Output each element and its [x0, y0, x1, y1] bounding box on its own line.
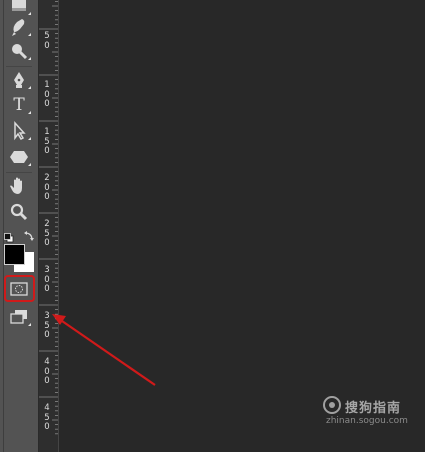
sogou-logo-icon	[323, 396, 341, 414]
annotation-arrow	[52, 314, 156, 386]
watermark-url: zhinan.sogou.com	[326, 416, 408, 426]
watermark: 搜狗指南 zhinan.sogou.com	[323, 396, 423, 430]
watermark-brand: 搜狗指南	[345, 401, 402, 416]
